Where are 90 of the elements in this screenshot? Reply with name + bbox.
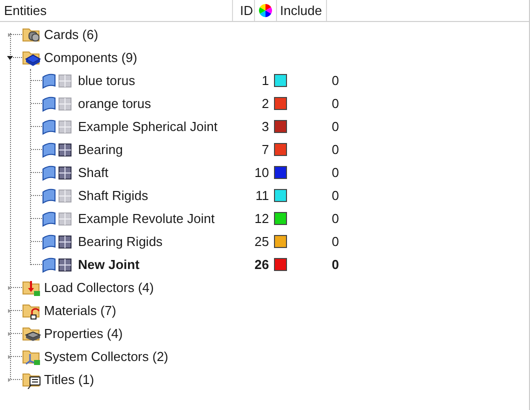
component-row[interactable]: Bearing Rigids 25 0 — [0, 230, 529, 253]
surface-icon — [42, 96, 56, 112]
tree-item[interactable]: Cards (6) — [0, 23, 529, 46]
component-row[interactable]: Example Spherical Joint 3 0 — [0, 115, 529, 138]
folder-icon — [22, 324, 42, 342]
component-name: Example Spherical Joint — [78, 118, 218, 136]
group-label: System Collectors (2) — [44, 348, 168, 366]
component-row[interactable]: New Joint 26 0 — [0, 253, 529, 276]
component-id: 2 — [260, 94, 269, 113]
surface-icon — [42, 256, 56, 272]
tree-item[interactable]: Properties (4) — [0, 322, 529, 345]
component-name: orange torus — [78, 94, 152, 113]
surface-icon — [42, 72, 56, 88]
component-name: Bearing Rigids — [78, 232, 164, 251]
surface-icon — [42, 210, 56, 226]
color-swatch[interactable] — [274, 212, 286, 225]
component-row[interactable]: Example Revolute Joint 12 0 — [0, 207, 529, 230]
component-id: 25 — [254, 232, 269, 251]
component-row[interactable]: Shaft 10 0 — [0, 161, 529, 184]
group-label: Load Collectors (4) — [44, 278, 154, 297]
color-swatch[interactable] — [274, 74, 286, 87]
mesh-icon[interactable] — [58, 166, 72, 180]
include-value: 0 — [330, 140, 339, 159]
component-name: blue torus — [78, 72, 136, 90]
component-id: 10 — [254, 164, 269, 182]
folder-icon — [22, 278, 42, 296]
include-value: 0 — [330, 232, 339, 251]
component-row[interactable]: blue torus 1 0 — [0, 69, 529, 92]
column-header[interactable]: Include — [277, 0, 327, 21]
collapsed-arrow-icon[interactable] — [7, 32, 13, 38]
color-swatch[interactable] — [274, 166, 286, 179]
color-swatch[interactable] — [274, 235, 286, 248]
tree-item[interactable]: Titles (1) — [0, 368, 529, 391]
collapsed-arrow-icon[interactable] — [7, 376, 13, 382]
group-label: Titles (1) — [44, 370, 94, 389]
component-id: 1 — [260, 72, 269, 90]
group-label: Components (9) — [44, 48, 138, 67]
mesh-icon[interactable] — [58, 258, 72, 272]
include-value: 0 — [330, 256, 339, 274]
surface-icon — [42, 164, 56, 180]
component-row[interactable]: Shaft Rigids 11 0 — [0, 184, 529, 207]
folder-icon — [22, 348, 42, 366]
component-id: 12 — [254, 210, 269, 228]
include-value: 0 — [330, 164, 339, 182]
component-row[interactable]: Bearing 7 0 — [0, 138, 529, 161]
column-header[interactable]: ID — [233, 0, 255, 21]
component-name: Example Revolute Joint — [78, 210, 216, 228]
include-value: 0 — [330, 186, 339, 205]
collapsed-arrow-icon[interactable] — [7, 308, 13, 314]
component-id: 26 — [254, 256, 269, 274]
component-id: 11 — [254, 186, 269, 205]
folder-icon — [22, 26, 42, 44]
group-label: Cards (6) — [44, 26, 98, 44]
component-name: Bearing — [78, 140, 124, 159]
include-value: 0 — [330, 94, 339, 113]
folder-icon — [22, 48, 42, 66]
mesh-icon[interactable] — [58, 234, 72, 248]
include-value: 0 — [330, 118, 339, 136]
color-swatch[interactable] — [274, 143, 286, 156]
component-name: Shaft — [78, 164, 110, 182]
color-wheel-icon — [258, 3, 273, 18]
group-label: Materials (7) — [44, 302, 116, 320]
component-id: 3 — [260, 118, 269, 136]
surface-icon — [42, 188, 56, 204]
expanded-arrow-icon[interactable] — [7, 54, 13, 60]
collapsed-arrow-icon[interactable] — [7, 354, 13, 360]
column-header[interactable]: Entities — [0, 0, 233, 21]
color-swatch[interactable] — [274, 258, 286, 271]
include-value: 0 — [330, 72, 339, 90]
tree-item[interactable]: System Collectors (2) — [0, 345, 529, 368]
component-name: Shaft Rigids — [78, 186, 150, 205]
include-value: 0 — [330, 210, 339, 228]
tree-item[interactable]: Load Collectors (4) — [0, 276, 529, 299]
collapsed-arrow-icon[interactable] — [7, 330, 13, 336]
tree-item[interactable]: Materials (7) — [0, 299, 529, 322]
collapsed-arrow-icon[interactable] — [7, 284, 13, 290]
color-swatch[interactable] — [274, 189, 286, 202]
surface-icon — [42, 234, 56, 250]
tree-item[interactable]: Components (9) — [0, 46, 529, 69]
surface-icon — [42, 142, 56, 158]
folder-icon — [22, 370, 42, 388]
color-swatch[interactable] — [274, 97, 286, 110]
folder-icon — [22, 302, 42, 320]
surface-icon — [42, 118, 56, 134]
component-id: 7 — [260, 140, 269, 159]
group-label: Properties (4) — [44, 324, 123, 343]
mesh-icon[interactable] — [58, 142, 72, 156]
component-name: New Joint — [78, 256, 140, 274]
color-swatch[interactable] — [274, 120, 286, 133]
component-row[interactable]: orange torus 2 0 — [0, 92, 529, 115]
